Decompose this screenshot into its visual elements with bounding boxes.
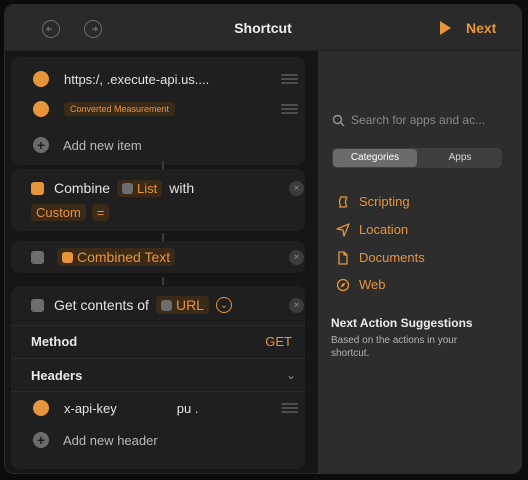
combined-text-row: Combined Text × [5, 247, 318, 267]
category-location[interactable]: Location [336, 222, 408, 237]
url-variable-chip[interactable]: URL [155, 296, 209, 314]
category-label: Scripting [359, 194, 410, 209]
header-key[interactable]: x-api-key [64, 401, 117, 416]
category-label: Documents [359, 250, 425, 265]
remove-action-button[interactable]: × [289, 249, 304, 265]
suggestions-title: Next Action Suggestions [331, 316, 473, 330]
suggestions-subtitle: Based on the actions in your shortcut. [331, 335, 458, 359]
drag-handle-icon[interactable] [281, 403, 298, 413]
location-icon [336, 222, 350, 237]
shortcut-window: Shortcut Next https:/, .execute-api.us..… [4, 4, 522, 474]
combine-separator-row: Custom = [5, 202, 318, 222]
headers-label: Headers [31, 367, 83, 383]
drag-handle-icon[interactable] [281, 104, 298, 114]
download-icon [31, 298, 44, 312]
play-icon[interactable] [437, 20, 453, 36]
tab-categories[interactable]: Categories [333, 149, 417, 167]
add-header-label[interactable]: Add new header [63, 433, 158, 448]
segmented-control: Categories Apps [332, 148, 502, 168]
header-item-dot [33, 400, 49, 416]
divider [11, 358, 305, 359]
combine-row: Combine List with × [5, 178, 318, 198]
remove-action-button[interactable]: × [289, 180, 304, 196]
header-value[interactable]: pu . [177, 401, 199, 416]
search-icon [332, 114, 345, 126]
connector-line [162, 233, 164, 241]
add-item-label[interactable]: Add new item [63, 138, 142, 153]
list-chip-label: List [137, 180, 158, 196]
list-variable-chip[interactable]: List [117, 179, 163, 197]
action-editor: https:/, .execute-api.us.... Converted M… [5, 51, 318, 473]
web-icon [336, 278, 350, 291]
header-item[interactable]: x-api-key pu . [5, 400, 318, 416]
combine-action-icon [31, 181, 44, 195]
remove-action-button[interactable]: × [289, 297, 304, 313]
url-icon [160, 299, 172, 311]
list-item[interactable]: https:/, .execute-api.us.... [5, 71, 318, 87]
category-label: Web [359, 277, 386, 292]
add-icon: + [33, 137, 49, 153]
combined-text-chip[interactable]: Combined Text [57, 248, 176, 266]
documents-icon [338, 250, 348, 265]
scripting-icon [338, 195, 348, 208]
category-web[interactable]: Web [336, 277, 386, 292]
url-chip-label: URL [175, 297, 204, 313]
combine-label: Combine [54, 180, 111, 196]
add-icon: + [33, 432, 49, 448]
get-contents-row: Get contents of URL ⌄ × [5, 295, 318, 315]
separator-value-chip[interactable]: = [91, 203, 110, 221]
with-label: with [169, 180, 195, 196]
add-header-row[interactable]: + Add new header [5, 432, 318, 448]
chevron-down-icon[interactable]: ⌄ [286, 368, 296, 382]
add-item-row[interactable]: + Add new item [5, 137, 318, 153]
list-item[interactable]: Converted Measurement [5, 101, 318, 117]
connector-line [162, 161, 164, 169]
list-item-text[interactable]: https:/, .execute-api.us.... [64, 72, 209, 87]
method-label: Method [31, 333, 78, 349]
list-item-dot [33, 101, 49, 117]
search-placeholder: Search for apps and ac... [351, 113, 486, 127]
category-scripting[interactable]: Scripting [336, 194, 410, 209]
converted-measurement-chip[interactable]: Converted Measurement [64, 102, 176, 116]
chevron-down-icon[interactable]: ⌄ [215, 297, 232, 313]
category-documents[interactable]: Documents [336, 250, 425, 265]
category-label: Location [359, 222, 409, 237]
divider [11, 325, 305, 326]
search-field[interactable]: Search for apps and ac... [332, 109, 510, 131]
tab-apps[interactable]: Apps [418, 148, 502, 168]
get-contents-label: Get contents of [54, 297, 149, 313]
title-bar: Shortcut Next [5, 5, 521, 51]
combined-text-label: Combined Text [77, 249, 171, 265]
combine-icon [62, 251, 73, 263]
method-value[interactable]: GET [265, 334, 292, 349]
drag-handle-icon[interactable] [281, 74, 298, 84]
next-button[interactable]: Next [466, 20, 496, 36]
list-item-dot [33, 71, 49, 87]
method-row[interactable]: Method GET [5, 332, 318, 350]
text-action-icon [31, 250, 44, 264]
headers-row[interactable]: Headers ⌄ [5, 366, 318, 384]
list-icon [122, 182, 134, 194]
divider [11, 391, 305, 392]
actions-panel: Search for apps and ac... Categories App… [318, 51, 521, 473]
custom-separator-chip[interactable]: Custom [31, 203, 86, 221]
connector-line [162, 277, 164, 285]
